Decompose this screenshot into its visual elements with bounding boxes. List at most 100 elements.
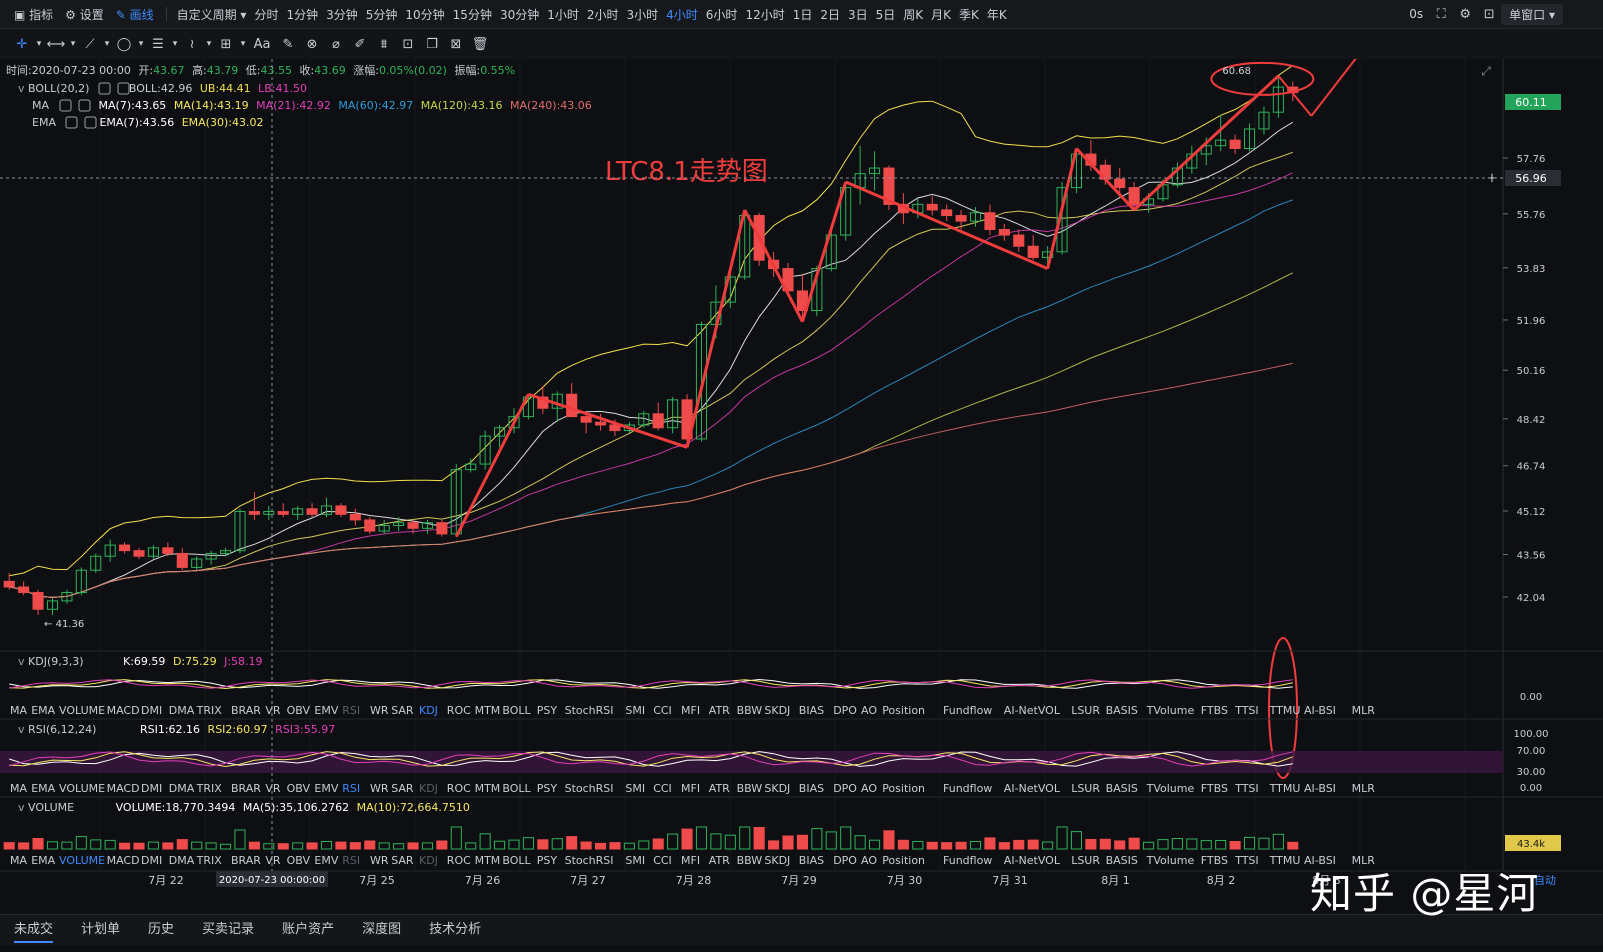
indicator-option[interactable]: PSY — [537, 782, 558, 795]
indicator-option[interactable]: DMA — [169, 704, 195, 717]
indicator-option[interactable]: AI-BSI — [1304, 704, 1336, 717]
indicator-option[interactable]: SKDJ — [764, 782, 790, 795]
indicator-option[interactable]: TVolume — [1146, 782, 1195, 795]
period-20[interactable]: 季K — [955, 6, 983, 23]
indicator-option[interactable]: SAR — [391, 704, 414, 717]
indicator-option[interactable]: VOLUME — [59, 704, 105, 717]
indicator-option[interactable]: BRAR — [231, 782, 261, 795]
bottom-tab-6[interactable]: 技术分析 — [415, 915, 495, 945]
indicator-option[interactable]: ROC — [447, 782, 471, 795]
period-8[interactable]: 1小时 — [543, 6, 583, 23]
indicator-option[interactable]: LSUR — [1071, 854, 1100, 867]
indicator-option[interactable]: TVolume — [1146, 704, 1195, 717]
chevron-down-icon[interactable]: ▾ — [204, 39, 214, 49]
indicator-option[interactable]: EMV — [314, 704, 338, 717]
indicator-option[interactable]: MLR — [1352, 782, 1376, 795]
indicator-option[interactable]: EMA — [31, 854, 55, 867]
indicator-option[interactable]: StochRSI — [565, 704, 614, 717]
indicator-option[interactable]: VR — [265, 704, 281, 717]
window-mode-select[interactable]: 单窗口 ▾ — [1501, 3, 1563, 25]
indicator-option[interactable]: CCI — [653, 854, 672, 867]
ellipse-icon[interactable]: ◯ — [112, 37, 136, 52]
indicator-option[interactable]: MACD — [107, 704, 140, 717]
period-11[interactable]: 4小时 — [662, 6, 702, 23]
indicator-option[interactable]: VOLUME — [59, 854, 105, 867]
indicator-option[interactable]: AO — [861, 704, 877, 717]
indicator-option[interactable]: DPO — [833, 854, 857, 867]
indicator-option[interactable]: SMI — [625, 704, 645, 717]
indicator-option[interactable]: TTSI — [1234, 854, 1258, 867]
indicator-option[interactable]: AO — [861, 854, 877, 867]
indicator-option[interactable]: DMI — [141, 854, 162, 867]
indicator-option[interactable]: SKDJ — [764, 704, 790, 717]
period-19[interactable]: 月K — [927, 6, 955, 23]
indicator-option[interactable]: CCI — [653, 704, 672, 717]
indicator-option[interactable]: MFI — [681, 782, 700, 795]
indicator-option[interactable]: WR — [370, 704, 389, 717]
pattern-icon[interactable]: ⩩ — [372, 37, 396, 52]
indicator-option[interactable]: BBW — [737, 704, 763, 717]
indicator-option[interactable]: MFI — [681, 704, 700, 717]
settings-icon[interactable]: ⚙ — [1453, 7, 1477, 22]
period-2[interactable]: 1分钟 — [282, 6, 322, 23]
screenshot-icon[interactable]: ⊠ — [444, 37, 468, 52]
indicator-option[interactable]: Fundflow — [943, 782, 992, 795]
indicator-option[interactable]: MLR — [1352, 704, 1376, 717]
indicator-option[interactable]: BASIS — [1106, 782, 1138, 795]
magnet-icon[interactable]: ⊗ — [300, 37, 324, 52]
indicator-option[interactable]: FTBS — [1201, 782, 1228, 795]
horizontal-line-icon[interactable]: ⟷ — [44, 37, 68, 52]
indicator-option[interactable]: PSY — [537, 854, 558, 867]
period-12[interactable]: 6小时 — [702, 6, 742, 23]
period-15[interactable]: 2日 — [816, 6, 844, 23]
bottom-tab-3[interactable]: 买卖记录 — [188, 915, 268, 945]
chevron-down-icon[interactable]: ▾ — [238, 39, 248, 49]
indicator-option[interactable]: StochRSI — [565, 854, 614, 867]
indicator-option[interactable]: BRAR — [231, 704, 261, 717]
indicator-option[interactable]: KDJ — [419, 782, 438, 795]
indicator-option[interactable]: KDJ — [419, 854, 438, 867]
indicator-option[interactable]: WR — [370, 854, 389, 867]
indicator-option[interactable]: TTMU — [1269, 782, 1301, 795]
indicator-option[interactable]: MACD — [107, 782, 140, 795]
indicator-option[interactable]: MTM — [475, 782, 501, 795]
indicator-option[interactable]: DPO — [833, 704, 857, 717]
indicator-option[interactable]: CCI — [653, 782, 672, 795]
indicator-option[interactable]: AI-NetVOL — [1004, 854, 1061, 867]
indicator-option[interactable]: TTMU — [1269, 704, 1301, 717]
indicator-option[interactable]: PSY — [537, 704, 558, 717]
candlestick-chart[interactable]: 时间:2020-07-23 00:00 开:43.67 高:43.79 低:43… — [0, 59, 1603, 893]
indicator-option[interactable]: Fundflow — [943, 704, 992, 717]
text-tool-icon[interactable]: Aa — [248, 37, 276, 52]
period-0[interactable]: 自定义周期 ▾ — [173, 6, 251, 23]
period-4[interactable]: 5分钟 — [362, 6, 402, 23]
copy-icon[interactable]: ❐ — [420, 37, 444, 52]
period-9[interactable]: 2小时 — [583, 6, 623, 23]
period-10[interactable]: 3小时 — [623, 6, 663, 23]
indicator-option[interactable]: EMV — [314, 782, 338, 795]
eraser-icon[interactable]: ✐ — [348, 37, 372, 52]
indicator-option[interactable]: TVolume — [1146, 854, 1195, 867]
trash-icon[interactable]: 🗑 — [468, 37, 492, 52]
period-13[interactable]: 12小时 — [741, 6, 788, 23]
indicator-option[interactable]: TRIX — [196, 704, 223, 717]
indicator-option[interactable]: TRIX — [196, 782, 223, 795]
indicator-option[interactable]: ATR — [709, 782, 730, 795]
indicator-option[interactable]: DMA — [169, 854, 195, 867]
indicator-option[interactable]: AI-BSI — [1304, 782, 1336, 795]
period-3[interactable]: 3分钟 — [322, 6, 362, 23]
indicator-option[interactable]: AO — [861, 782, 877, 795]
indicator-option[interactable]: MACD — [107, 854, 140, 867]
period-17[interactable]: 5日 — [872, 6, 900, 23]
indicator-option[interactable]: SAR — [391, 782, 414, 795]
indicator-option[interactable]: SAR — [391, 854, 414, 867]
indicator-option[interactable]: AI-NetVOL — [1004, 704, 1061, 717]
indicator-option[interactable]: LSUR — [1071, 782, 1100, 795]
indicator-option[interactable]: MA — [10, 854, 27, 867]
indicator-option[interactable]: MFI — [681, 854, 700, 867]
indicator-option[interactable]: MA — [10, 782, 27, 795]
indicator-option[interactable]: VOLUME — [59, 782, 105, 795]
indicator-option[interactable]: RSI — [342, 704, 360, 717]
top-menu-indicators[interactable]: ▣ 指标 — [8, 6, 59, 23]
indicator-option[interactable]: DMA — [169, 782, 195, 795]
